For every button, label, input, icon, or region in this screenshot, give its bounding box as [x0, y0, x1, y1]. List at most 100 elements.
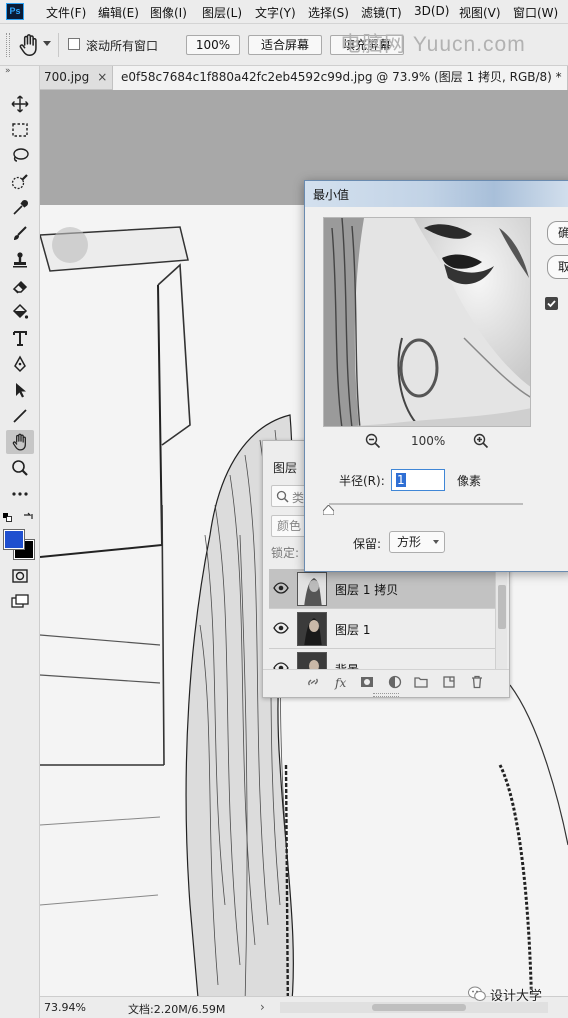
layer-mask-icon[interactable] [359, 674, 375, 690]
quick-select-icon[interactable] [6, 170, 34, 194]
paint-bucket-icon[interactable] [6, 300, 34, 324]
layer-thumbnail [297, 572, 327, 606]
zoom-in-icon[interactable] [473, 433, 489, 449]
type-icon[interactable] [6, 326, 34, 350]
minimum-filter-dialog: 最小值 100% 半径(R): 1 像素 保留: 方形 确 [304, 180, 568, 572]
menu-bar: Ps 文件(F) 编辑(E) 图像(I) 图层(L) 文字(Y) 选择(S) 滤… [0, 0, 568, 24]
preset-dropdown-arrow-icon[interactable] [43, 41, 51, 46]
marquee-icon[interactable] [6, 118, 34, 142]
preview-image [324, 218, 530, 426]
layers-panel-title[interactable]: 图层 [273, 459, 297, 476]
foreground-color-swatch[interactable] [3, 529, 25, 550]
svg-text:fx: fx [334, 676, 346, 690]
tools-collapse-icon[interactable]: » [5, 66, 11, 76]
eraser-icon[interactable] [6, 274, 34, 298]
menu-edit[interactable]: 编辑(E) [98, 4, 139, 21]
site-watermark: 电脑网 Yuucn.com [340, 33, 526, 56]
radius-input[interactable]: 1 [391, 469, 445, 491]
layers-footer: fx [263, 669, 509, 693]
radius-slider-handle[interactable] [323, 505, 334, 515]
eyedropper-icon[interactable] [6, 196, 34, 220]
new-group-icon[interactable] [413, 674, 429, 690]
screen-mode-icon[interactable] [6, 590, 34, 614]
adjustment-layer-icon[interactable] [387, 674, 403, 690]
dialog-titlebar[interactable]: 最小值 [305, 181, 568, 207]
preview-zoom-level: 100% [411, 434, 446, 448]
wechat-icon [468, 986, 486, 1001]
delete-layer-icon[interactable] [469, 674, 485, 690]
cancel-button[interactable]: 取 [547, 255, 568, 279]
menu-view[interactable]: 视图(V) [459, 4, 501, 21]
zoom-icon[interactable] [6, 456, 34, 480]
menu-image[interactable]: 图像(I) [150, 4, 187, 21]
horizontal-scroll-thumb[interactable] [372, 1004, 466, 1011]
menu-layer[interactable]: 图层(L) [202, 4, 242, 21]
radius-label: 半径(R): [339, 474, 385, 488]
eye-icon[interactable] [273, 622, 289, 634]
quick-mask-icon[interactable] [6, 564, 34, 588]
scroll-all-windows-checkbox[interactable] [68, 38, 80, 50]
layer-row[interactable]: 图层 1 [269, 609, 495, 649]
layers-scrollbar[interactable] [495, 571, 507, 669]
move-icon[interactable] [6, 92, 34, 116]
status-menu-arrow[interactable]: › [260, 1000, 265, 1014]
menu-window[interactable]: 窗口(W) [513, 4, 558, 21]
layer-name[interactable]: 图层 1 拷贝 [335, 581, 398, 598]
zoom-readout[interactable]: 73.94% [44, 1001, 86, 1014]
document-tab-bar: 700.jpg × e0f58c7684c1f880a42fc2eb4592c99… [40, 66, 568, 90]
layer-row[interactable]: 图层 1 拷贝 [269, 569, 495, 609]
fx-icon[interactable]: fx [333, 674, 349, 690]
menu-filter[interactable]: 滤镜(T) [361, 4, 402, 21]
menu-type[interactable]: 文字(Y) [255, 4, 296, 21]
close-icon[interactable]: × [97, 70, 106, 84]
menu-3d[interactable]: 3D(D) [414, 4, 449, 18]
document-tab[interactable]: 700.jpg × [40, 66, 106, 90]
preview-checkbox[interactable] [545, 297, 558, 310]
layers-resize-grip[interactable] [373, 693, 399, 697]
fit-screen-button[interactable]: 适合屏幕 [248, 35, 322, 55]
line-icon[interactable] [6, 404, 34, 428]
photoshop-logo: Ps [6, 3, 24, 20]
zoom-out-icon[interactable] [365, 433, 381, 449]
menu-file[interactable]: 文件(F) [46, 4, 86, 21]
link-layers-icon[interactable] [305, 674, 321, 690]
filter-preview[interactable] [323, 217, 531, 427]
menu-select[interactable]: 选择(S) [308, 4, 349, 21]
layer-name[interactable]: 图层 1 [335, 621, 370, 638]
preserve-select-value: 方形 [397, 535, 422, 549]
search-icon [276, 490, 289, 503]
pen-icon[interactable] [6, 352, 34, 376]
wechat-badge: 设计大学 [468, 980, 542, 1008]
wechat-account-name: 设计大学 [490, 988, 543, 1004]
hand-tool-preset-icon[interactable] [16, 32, 42, 58]
tools-panel: » [0, 66, 40, 1018]
options-grip[interactable] [6, 33, 10, 57]
swap-colors-icon[interactable] [22, 511, 34, 523]
path-select-icon[interactable] [6, 378, 34, 402]
chevron-down-icon [433, 540, 439, 544]
layers-filter-text: 类 [292, 491, 305, 505]
dialog-title: 最小值 [313, 188, 350, 202]
radius-slider[interactable] [329, 503, 523, 505]
more-tools-icon[interactable] [6, 482, 34, 506]
eye-icon[interactable] [273, 582, 289, 594]
ok-button[interactable]: 确 [547, 221, 568, 245]
preserve-select[interactable]: 方形 [389, 531, 445, 553]
document-tab-active[interactable]: e0f58c7684c1f880a42fc2eb4592c99d.jpg @ 7… [112, 66, 568, 90]
new-layer-icon[interactable] [441, 674, 457, 690]
document-size: 文档:2.20M/6.59M [128, 1003, 226, 1016]
checkmark-icon [547, 300, 556, 308]
brush-icon[interactable] [6, 222, 34, 246]
hand-icon[interactable] [6, 430, 34, 454]
scroll-all-windows-label: 滚动所有窗口 [86, 39, 159, 53]
stamp-icon[interactable] [6, 248, 34, 272]
options-bar: 滚动所有窗口 100% 适合屏幕 填充屏幕 电脑网 Yuucn.com [0, 24, 568, 66]
options-separator [58, 33, 59, 57]
zoom-100-button[interactable]: 100% [186, 35, 240, 55]
layers-scroll-thumb[interactable] [498, 585, 506, 629]
default-colors-icon[interactable] [3, 513, 12, 522]
preserve-label: 保留: [353, 537, 382, 551]
layer-thumbnail [297, 612, 327, 646]
lasso-icon[interactable] [6, 144, 34, 168]
radius-unit-label: 像素 [457, 474, 482, 488]
